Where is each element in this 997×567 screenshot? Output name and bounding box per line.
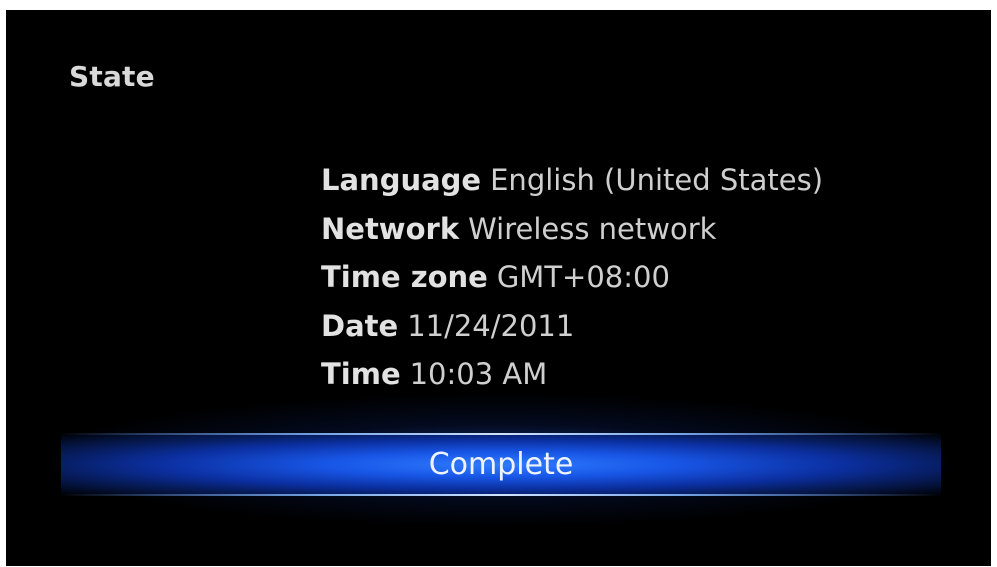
summary-label: Language [321,163,482,197]
settings-summary: Language English (United States) Network W… [321,156,823,399]
page-title: State [69,60,155,93]
summary-row-time-zone: Time zone GMT+08:00 [321,253,823,302]
summary-value: English (United States) [490,163,824,197]
summary-label: Network [321,211,460,246]
summary-label: Date [321,308,399,343]
summary-row-language: Language English (United States) [321,156,823,205]
summary-value: Wireless network [468,211,717,246]
complete-button-label: Complete [428,447,574,482]
summary-row-date: Date 11/24/2011 [321,302,823,351]
summary-value: 11/24/2011 [407,308,575,343]
summary-label: Time zone [321,260,488,294]
summary-value: GMT+08:00 [496,260,670,294]
summary-row-network: Network Wireless network [321,205,823,254]
summary-row-time: Time 10:03 AM [321,350,823,399]
complete-button[interactable]: Complete [61,433,941,496]
button-highlight-bottom [61,494,941,496]
summary-label: Time [321,357,401,391]
setup-summary-screen: State Language English (United States) Ne… [6,10,991,566]
summary-value: 10:03 AM [409,357,548,391]
